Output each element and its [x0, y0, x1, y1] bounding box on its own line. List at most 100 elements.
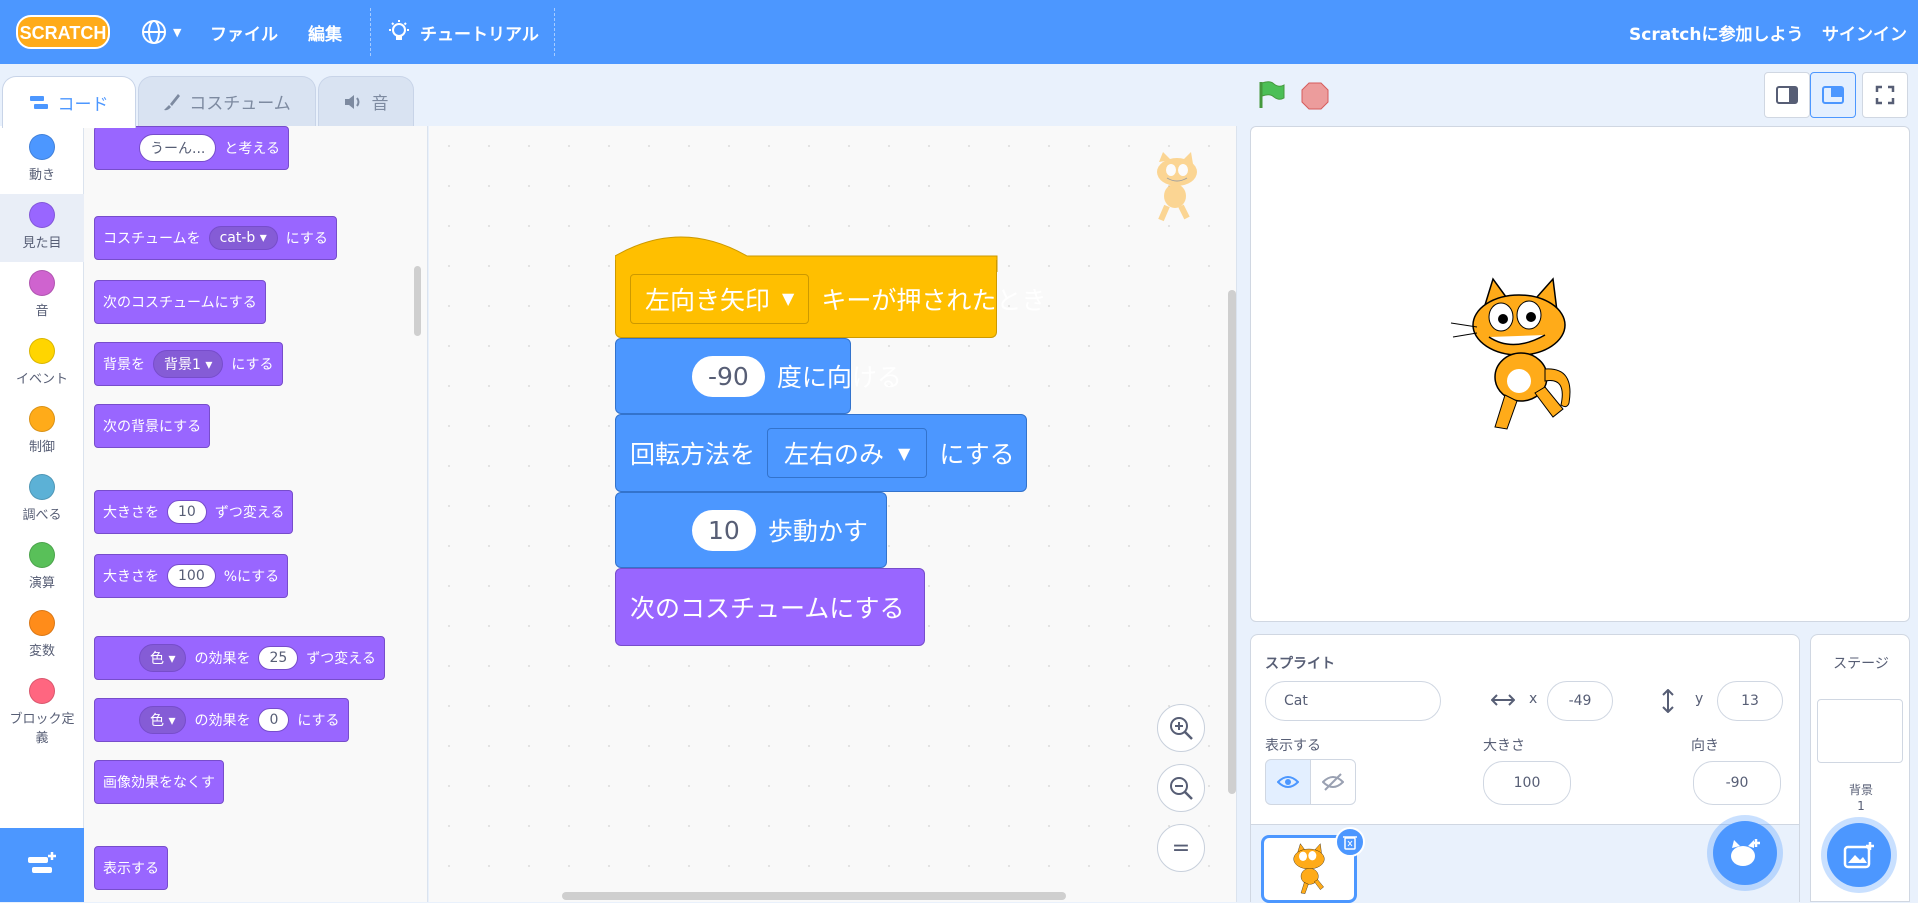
category-label: 調べる	[22, 508, 62, 523]
cat-thumbnail-icon	[1293, 843, 1325, 894]
palette-block-switch-backdrop[interactable]: 背景を 背景1 ▾ にする	[94, 342, 283, 386]
sprite-section-title: スプライト	[1265, 656, 1335, 672]
category-sensing[interactable]: 調べる	[0, 466, 84, 534]
category-control[interactable]: 制御	[0, 398, 84, 466]
when-key-pressed-block[interactable]: 左向き矢印 ▼ キーが押されたとき	[615, 260, 1046, 338]
hide-button[interactable]	[1310, 759, 1356, 805]
palette-block-think[interactable]: うーん... と考える	[94, 126, 289, 170]
zoom-reset-button[interactable]: =	[1157, 824, 1205, 872]
block-input[interactable]: -90	[692, 355, 765, 397]
category-motion[interactable]: 動き	[0, 126, 84, 194]
edit-menu[interactable]: 編集	[308, 0, 342, 64]
block-input[interactable]: 10	[167, 500, 207, 524]
file-menu[interactable]: ファイル	[210, 0, 278, 64]
stop-sign-icon[interactable]	[1301, 82, 1329, 110]
block-text: ずつ変える	[306, 651, 376, 667]
block-input[interactable]: うーん...	[139, 134, 217, 162]
palette-block-set-effect[interactable]: 色 ▾ の効果を 0 にする	[94, 698, 349, 742]
workspace-vertical-scrollbar[interactable]	[1228, 290, 1236, 794]
tutorials-menu[interactable]: チュートリアル	[386, 0, 539, 64]
stage-canvas[interactable]	[1250, 126, 1910, 622]
code-blocks-icon	[29, 95, 48, 109]
backdrop-dropdown[interactable]: 背景1 ▾	[153, 350, 224, 378]
show-visible-button[interactable]	[1265, 759, 1311, 805]
tab-costumes[interactable]: コスチューム	[138, 76, 316, 126]
palette-block-change-size[interactable]: 大きさを 10 ずつ変える	[94, 490, 294, 534]
block-text: の効果を	[194, 651, 251, 667]
eye-hidden-icon	[1322, 773, 1344, 791]
green-flag-icon[interactable]	[1256, 80, 1286, 110]
block-input[interactable]: 0	[258, 708, 290, 732]
category-looks[interactable]: 見た目	[0, 194, 84, 262]
block-input[interactable]: 10	[692, 509, 756, 551]
category-dot	[29, 270, 55, 296]
chevron-down-icon: ▾	[168, 713, 176, 729]
set-rotation-style-block[interactable]: 回転方法を 左右のみ ▼ にする	[615, 414, 1027, 492]
eye-icon	[1277, 776, 1299, 788]
block-text: と考える	[224, 141, 280, 157]
tab-sounds-label: 音	[371, 94, 389, 114]
paintbrush-icon	[164, 93, 181, 110]
sprite-cat-icon	[1157, 152, 1197, 222]
palette-block-clear-effects[interactable]: 画像効果をなくす	[94, 760, 224, 804]
stage-selector-pane[interactable]: ステージ 背景 1	[1810, 634, 1910, 902]
palette-scrollbar[interactable]	[414, 266, 421, 336]
category-dot	[29, 678, 55, 704]
palette-block-show[interactable]: 表示する	[94, 846, 168, 890]
small-stage-button[interactable]	[1764, 72, 1810, 118]
chevron-down-icon: ▼	[782, 289, 795, 308]
block-input[interactable]: 100	[167, 564, 216, 588]
effect-dropdown[interactable]: 色 ▾	[139, 706, 187, 734]
size-label: 大きさ	[1483, 738, 1525, 754]
palette-block-set-size[interactable]: 大きさを 100 %にする	[94, 554, 289, 598]
script-workspace[interactable]: 左向き矢印 ▼ キーが押されたとき -90 度に向ける 回転方法を 左右のみ ▼ に…	[429, 126, 1237, 902]
block-text: 大きさを	[103, 505, 159, 521]
dropdown-value: 色	[150, 651, 164, 667]
palette-block-change-effect[interactable]: 色 ▾ の効果を 25 ずつ変える	[94, 636, 385, 680]
next-costume-block[interactable]: 次のコスチュームにする	[615, 568, 925, 646]
lightbulb-icon	[389, 20, 409, 40]
effect-dropdown[interactable]: 色 ▾	[139, 644, 187, 672]
category-label: 動き	[28, 168, 55, 183]
key-dropdown[interactable]: 左向き矢印 ▼	[630, 273, 810, 324]
tab-code[interactable]: コード	[2, 76, 136, 128]
direction-field[interactable]: -90	[1693, 761, 1781, 805]
add-backdrop-button[interactable]	[1827, 823, 1891, 887]
point-in-direction-block[interactable]: -90 度に向ける	[615, 338, 902, 414]
sprite-name-field[interactable]: Cat	[1265, 681, 1441, 721]
category-operators[interactable]: 演算	[0, 534, 84, 602]
costume-dropdown[interactable]: cat-b ▾	[208, 226, 278, 250]
language-menu[interactable]: ▼	[140, 0, 181, 64]
block-text: コスチュームを	[103, 231, 201, 247]
fullscreen-button[interactable]	[1862, 72, 1908, 118]
zoom-in-button[interactable]	[1157, 704, 1205, 752]
add-sprite-button[interactable]	[1713, 821, 1777, 885]
x-field[interactable]: -49	[1547, 681, 1613, 721]
palette-block-next-backdrop[interactable]: 次の背景にする	[94, 404, 211, 448]
tab-sounds[interactable]: 音	[318, 76, 414, 126]
category-events[interactable]: イベント	[0, 330, 84, 398]
rotation-dropdown[interactable]: 左右のみ ▼	[767, 428, 928, 478]
add-extension-button[interactable]	[0, 828, 84, 902]
cat-sprite[interactable]	[1449, 277, 1589, 433]
join-scratch-link[interactable]: Scratchに参加しよう	[1629, 0, 1803, 64]
size-field[interactable]: 100	[1483, 761, 1571, 805]
stage-thumbnail[interactable]	[1817, 699, 1903, 763]
category-variables[interactable]: 変数	[0, 602, 84, 670]
add-extension-icon	[28, 852, 56, 873]
block-palette: うーん... と考える コスチュームを cat-b ▾ にする 次のコスチュームにする…	[84, 126, 428, 902]
zoom-out-button[interactable]	[1157, 764, 1205, 812]
workspace-horizontal-scrollbar[interactable]	[562, 892, 1066, 900]
backdrops-label: 背景	[1848, 783, 1873, 797]
category-sound[interactable]: 音	[0, 262, 84, 330]
palette-block-switch-costume[interactable]: コスチュームを cat-b ▾ にする	[94, 216, 337, 260]
y-field[interactable]: 13	[1717, 681, 1783, 721]
block-input[interactable]: 25	[258, 646, 299, 670]
signin-link[interactable]: サインイン	[1822, 0, 1907, 64]
palette-block-next-costume[interactable]: 次のコスチュームにする	[94, 280, 266, 324]
delete-sprite-button[interactable]	[1335, 827, 1365, 857]
move-steps-block[interactable]: 10 歩動かす	[615, 492, 887, 568]
normal-stage-button[interactable]	[1810, 72, 1856, 118]
scratch-logo[interactable]: SCRATCH	[16, 14, 112, 50]
category-my-blocks[interactable]: ブロック定義	[0, 670, 84, 750]
